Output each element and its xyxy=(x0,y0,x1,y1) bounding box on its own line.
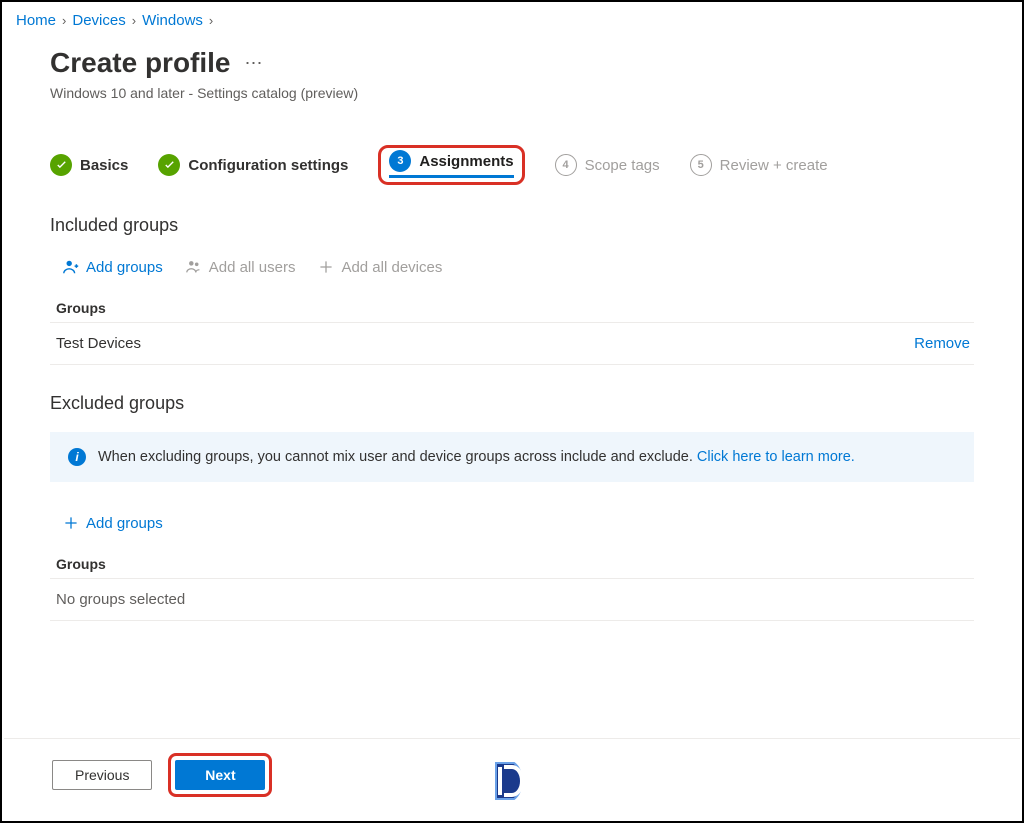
table-row: Test Devices Remove xyxy=(50,323,974,365)
excluded-empty-text: No groups selected xyxy=(50,579,974,621)
remove-group-link[interactable]: Remove xyxy=(914,335,970,352)
chevron-right-icon: › xyxy=(132,13,136,28)
learn-more-link[interactable]: Click here to learn more. xyxy=(697,449,855,465)
info-banner: i When excluding groups, you cannot mix … xyxy=(50,432,974,482)
info-text: When excluding groups, you cannot mix us… xyxy=(98,449,855,465)
breadcrumb-home[interactable]: Home xyxy=(16,12,56,29)
excluded-toolbar: Add groups xyxy=(50,510,974,536)
step-basics[interactable]: Basics xyxy=(50,154,128,176)
breadcrumb-windows[interactable]: Windows xyxy=(142,12,203,29)
page-title: Create profile xyxy=(50,47,231,79)
plus-icon xyxy=(317,258,335,276)
step-number-icon: 5 xyxy=(690,154,712,176)
next-button[interactable]: Next xyxy=(175,760,265,790)
included-groups-heading: Included groups xyxy=(50,215,974,236)
brand-logo-icon xyxy=(492,759,532,803)
step-review-create: 5 Review + create xyxy=(690,154,828,176)
chevron-right-icon: › xyxy=(62,13,66,28)
excluded-groups-label: Groups xyxy=(50,556,974,579)
step-assignments[interactable]: 3 Assignments xyxy=(389,150,513,172)
page-subtitle: Windows 10 and later - Settings catalog … xyxy=(50,85,974,101)
add-groups-button[interactable]: Add groups xyxy=(60,254,165,280)
step-scope-tags: 4 Scope tags xyxy=(555,154,660,176)
breadcrumb-devices[interactable]: Devices xyxy=(72,12,125,29)
included-toolbar: Add groups Add all users Add all devices xyxy=(50,254,974,280)
excluded-groups-heading: Excluded groups xyxy=(50,393,974,414)
people-icon xyxy=(185,258,203,276)
add-person-icon xyxy=(62,258,80,276)
info-icon: i xyxy=(68,448,86,466)
step-config-settings[interactable]: Configuration settings xyxy=(158,154,348,176)
included-groups-label: Groups xyxy=(50,300,974,323)
wizard-footer: Previous Next xyxy=(4,738,1020,821)
add-all-users-button[interactable]: Add all users xyxy=(183,254,298,280)
previous-button[interactable]: Previous xyxy=(52,760,152,790)
group-name: Test Devices xyxy=(56,335,141,352)
step-number-icon: 4 xyxy=(555,154,577,176)
chevron-right-icon: › xyxy=(209,13,213,28)
check-icon xyxy=(50,154,72,176)
add-all-devices-button[interactable]: Add all devices xyxy=(315,254,444,280)
highlight-next-button: Next xyxy=(168,753,272,797)
check-icon xyxy=(158,154,180,176)
highlight-assignments-step: 3 Assignments xyxy=(378,145,524,185)
more-actions-icon[interactable]: ⋯ xyxy=(245,53,265,74)
add-excluded-groups-button[interactable]: Add groups xyxy=(60,510,165,536)
breadcrumb: Home › Devices › Windows › xyxy=(2,2,1022,35)
plus-icon xyxy=(62,514,80,532)
step-number-icon: 3 xyxy=(389,150,411,172)
wizard-stepper: Basics Configuration settings 3 Assignme… xyxy=(50,145,974,193)
